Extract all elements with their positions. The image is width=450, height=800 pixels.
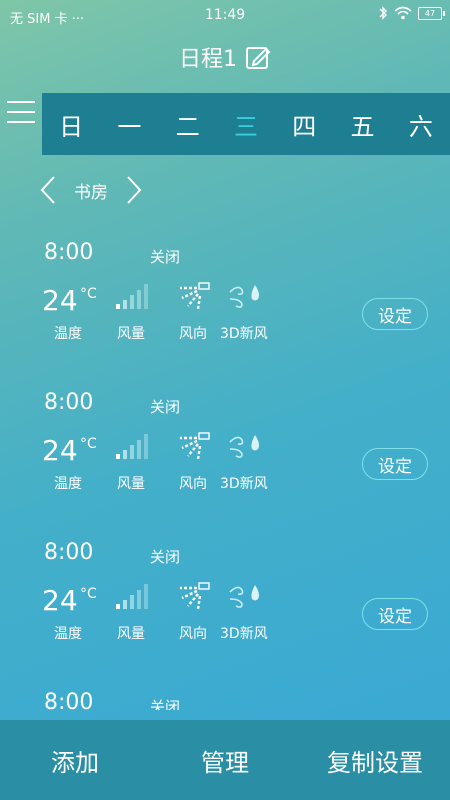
fresh-air-icon: [229, 585, 259, 608]
wifi-icon: [394, 6, 412, 20]
tab-wednesday[interactable]: 三: [217, 107, 275, 142]
edit-icon[interactable]: [245, 44, 271, 70]
fresh-air-label: 3D新风: [220, 626, 268, 642]
page-title: 日程1: [179, 47, 237, 72]
schedule-time: 8:00: [44, 390, 94, 415]
wind-direction-label: 风向: [179, 326, 207, 342]
tab-tuesday[interactable]: 二: [159, 107, 217, 142]
add-button[interactable]: 添加: [0, 743, 150, 778]
temperature-value: 24: [42, 284, 78, 317]
room-selector: 书房: [40, 175, 142, 205]
set-button[interactable]: 设定: [362, 598, 428, 630]
wind-direction-label: 风向: [179, 626, 207, 642]
status-bar: 无 SIM 卡 ··· 11:49 47: [0, 0, 450, 32]
temperature-value: 24: [42, 434, 78, 467]
copy-settings-button[interactable]: 复制设置: [300, 743, 450, 778]
chevron-left-icon[interactable]: [40, 175, 56, 205]
fresh-air-label: 3D新风: [220, 326, 268, 342]
fan-speed-label: 风量: [117, 326, 145, 342]
tab-monday[interactable]: 一: [100, 107, 158, 142]
tab-friday[interactable]: 五: [333, 107, 391, 142]
schedule-time: 8:00: [44, 540, 94, 565]
set-button[interactable]: 设定: [362, 298, 428, 330]
temperature-unit: °C: [80, 436, 97, 452]
header: 日程1: [0, 40, 450, 74]
fresh-air-icon: [229, 285, 259, 308]
schedule-item-partial: 8:00 关闭: [0, 690, 450, 710]
temperature-label: 温度: [54, 626, 82, 642]
weekday-tabs: 日 一 二 三 四 五 六: [42, 93, 450, 155]
schedule-status: 关闭: [150, 248, 181, 266]
schedule-item: 8:00 关闭 24 °C 温度 风量 风向 3D新风 设定: [0, 390, 450, 540]
tab-saturday[interactable]: 六: [392, 107, 450, 142]
set-button[interactable]: 设定: [362, 448, 428, 480]
menu-icon[interactable]: [6, 98, 36, 126]
room-name: 书房: [74, 182, 108, 203]
wind-direction-label: 风向: [179, 476, 207, 492]
temperature-label: 温度: [54, 476, 82, 492]
fan-speed-icon: [116, 284, 148, 309]
schedule-item: 8:00 关闭 24 °C 温度 风量 风向 3D新风 设定: [0, 540, 450, 690]
schedule-item: 8:00 关闭 24 °C 温度 风量 风向 3D新风 设定: [0, 240, 450, 390]
status-icons: 47: [378, 6, 445, 20]
wind-direction-icon: [180, 432, 210, 460]
chevron-right-icon[interactable]: [126, 175, 142, 205]
fresh-air-label: 3D新风: [220, 476, 268, 492]
tab-thursday[interactable]: 四: [275, 107, 333, 142]
temperature-unit: °C: [80, 586, 97, 602]
fan-speed-label: 风量: [117, 626, 145, 642]
bottom-bar: 添加 管理 复制设置: [0, 720, 450, 800]
fan-speed-icon: [116, 584, 148, 609]
wind-direction-icon: [180, 282, 210, 310]
schedule-status: 关闭: [150, 698, 181, 710]
battery-icon: 47: [418, 6, 445, 20]
schedule-status: 关闭: [150, 398, 181, 416]
fresh-air-icon: [229, 435, 259, 458]
fan-speed-label: 风量: [117, 476, 145, 492]
schedule-time: 8:00: [44, 690, 94, 710]
temperature-label: 温度: [54, 326, 82, 342]
temperature-unit: °C: [80, 286, 97, 302]
temperature-value: 24: [42, 584, 78, 617]
tab-sunday[interactable]: 日: [42, 107, 100, 142]
schedule-status: 关闭: [150, 548, 181, 566]
schedule-time: 8:00: [44, 240, 94, 265]
manage-button[interactable]: 管理: [150, 743, 300, 778]
battery-level: 47: [424, 8, 436, 18]
wind-direction-icon: [180, 582, 210, 610]
bluetooth-icon: [379, 6, 387, 20]
fan-speed-icon: [116, 434, 148, 459]
